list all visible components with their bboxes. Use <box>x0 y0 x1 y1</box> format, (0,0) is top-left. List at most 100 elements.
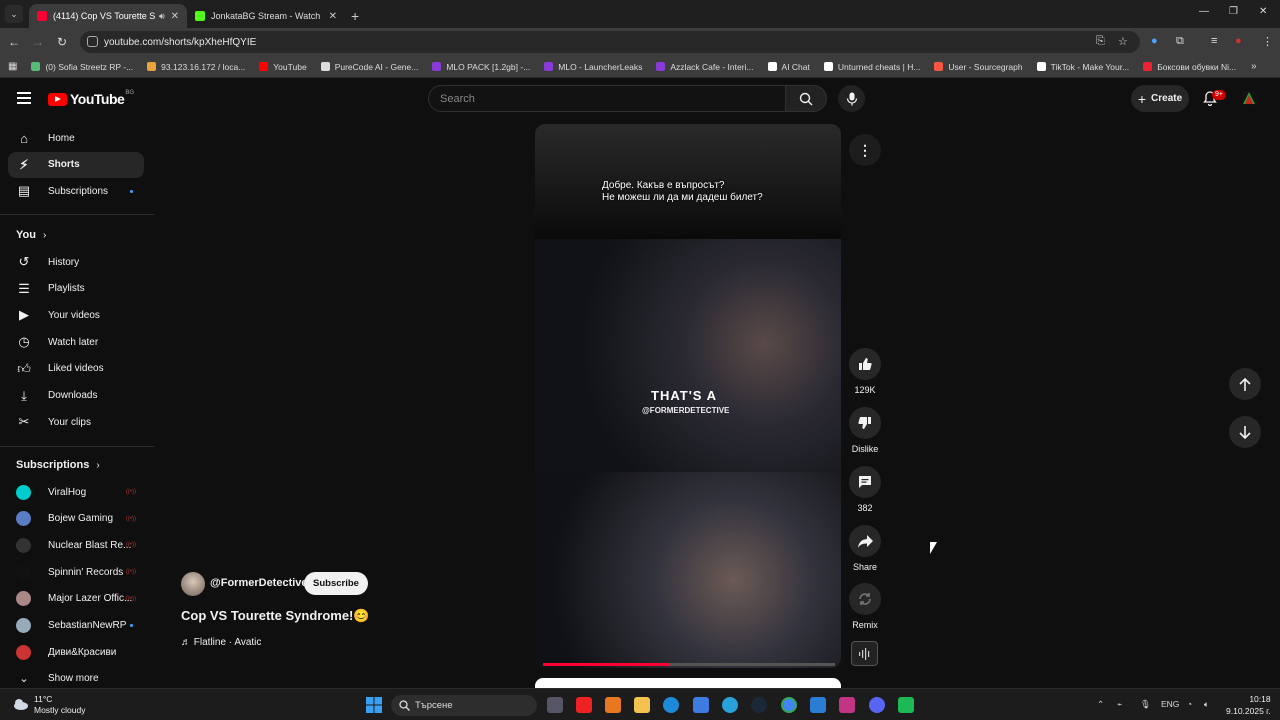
subscription-channel-item[interactable]: Major Lazer Offic... ((•)) <box>8 586 144 612</box>
subscription-channel-item[interactable]: Bojew Gaming ((•)) <box>8 506 144 532</box>
sidebar-item-downloads[interactable]: ⤓ Downloads <box>8 383 144 409</box>
close-tab-icon[interactable]: ✕ <box>171 11 179 22</box>
bookmark-item[interactable]: (0) Sofia Streetz RP -... <box>31 62 133 72</box>
microsoft-store-icon[interactable] <box>693 697 709 713</box>
forward-icon[interactable]: → <box>26 35 50 49</box>
share-button[interactable] <box>849 525 881 557</box>
sidebar-item-shorts[interactable]: ⚡︎ Shorts <box>8 151 144 178</box>
previous-short-button[interactable] <box>1229 368 1261 400</box>
profile-avatar-icon[interactable]: ● <box>1235 35 1242 47</box>
network-icon[interactable]: ⌁ <box>1117 699 1122 710</box>
subscription-channel-item[interactable]: SebastianNewRP <box>8 613 144 639</box>
speaker-icon[interactable]: 🔊︎ <box>159 11 165 22</box>
sidebar-item-watch-later[interactable]: ◷ Watch later <box>8 329 144 355</box>
task-view-icon[interactable] <box>547 697 563 713</box>
edge-browser-icon[interactable] <box>663 697 679 713</box>
taskbar-clock[interactable]: 10:18 9.10.2025 г. <box>1226 693 1271 717</box>
bookmark-item[interactable]: MLO PACK [1.2gb] -... <box>432 62 530 72</box>
menu-icon[interactable] <box>17 92 31 104</box>
you-heading[interactable]: You › <box>16 229 46 241</box>
tab-kick-stream[interactable]: JonkataBG Stream - Watch Live ✕ <box>187 4 345 28</box>
search-input[interactable]: Search <box>428 85 786 112</box>
file-explorer-icon[interactable] <box>634 697 650 713</box>
account-avatar[interactable] <box>1240 89 1258 107</box>
close-window-icon[interactable]: ✕ <box>1259 6 1267 17</box>
weather-text[interactable]: 11°C Mostly cloudy <box>34 694 86 716</box>
reload-icon[interactable]: ↻ <box>50 35 74 49</box>
site-info-icon[interactable] <box>87 36 98 47</box>
channel-avatar[interactable] <box>181 572 205 596</box>
bookmark-item[interactable]: TikTok - Make Your... <box>1036 62 1129 72</box>
comments-button[interactable] <box>849 466 881 498</box>
volume-icon[interactable]: 🔈︎ <box>1204 699 1209 710</box>
back-icon[interactable]: ← <box>2 35 26 49</box>
bookmark-item[interactable]: PureCode AI - Gene... <box>320 62 418 72</box>
microphone-tray-icon[interactable]: 🎙︎ <box>1140 699 1151 710</box>
new-tab-icon[interactable]: + <box>351 8 359 24</box>
extension-icon[interactable]: ● <box>1151 35 1158 47</box>
video-progress-bar[interactable] <box>543 663 835 666</box>
bookmark-item[interactable]: 93.123.16.172 / loca... <box>147 62 245 72</box>
dislike-button[interactable] <box>849 407 881 439</box>
tab-search-button[interactable]: ⌄ <box>5 5 23 23</box>
more-options-icon[interactable]: ⋮ <box>849 134 881 166</box>
apps-grid-icon[interactable]: ▦ <box>8 61 17 72</box>
sidebar-item-history[interactable]: ↺ History <box>8 249 144 275</box>
create-button[interactable]: + Create <box>1131 85 1189 112</box>
app-icon[interactable] <box>898 697 914 713</box>
bookmark-item[interactable]: YouTube <box>259 62 307 72</box>
sidebar-item-playlists[interactable]: ☰ Playlists <box>8 276 144 302</box>
bookmark-item[interactable]: AI Chat <box>767 62 810 72</box>
music-track-link[interactable]: ♬ Flatline · Avatic <box>181 637 261 648</box>
discord-icon[interactable] <box>869 697 885 713</box>
install-app-icon[interactable]: ⎘ <box>1096 35 1105 48</box>
bookmark-item[interactable]: Unturned cheats | H... <box>823 62 920 72</box>
bookmark-item[interactable]: User - Sourcegraph <box>934 62 1023 72</box>
like-button[interactable] <box>849 348 881 380</box>
sound-audio-button[interactable] <box>851 641 878 666</box>
bookmark-item[interactable]: MLO - LauncherLeaks <box>544 62 642 72</box>
sidebar-item-your-clips[interactable]: ✂ Your clips <box>8 409 144 435</box>
address-bar[interactable]: youtube.com/shorts/kpXheHfQYIE <box>80 31 1140 53</box>
video-title[interactable]: Cop VS Tourette Syndrome!😊 <box>181 608 370 624</box>
instagram-icon[interactable] <box>839 697 855 713</box>
subscription-channel-item[interactable]: Spinnin' Records ((•)) <box>8 559 144 585</box>
voice-search-button[interactable] <box>838 85 865 112</box>
remix-button[interactable] <box>849 583 881 615</box>
subscribe-button[interactable]: Subscribe <box>304 572 368 595</box>
youtube-logo[interactable]: YouTube BG <box>48 90 134 107</box>
subscription-channel-item[interactable]: Диви&Красиви <box>8 639 144 665</box>
close-tab-icon[interactable]: ✕ <box>329 11 337 22</box>
taskbar-search-input[interactable]: Търсене <box>391 695 537 716</box>
tab-youtube[interactable]: (4114) Cop VS Tourette Syn 🔊︎ ✕ <box>29 4 187 28</box>
vscode-icon[interactable] <box>810 697 826 713</box>
browser-menu-icon[interactable]: ⋮ <box>1262 35 1273 48</box>
subscription-channel-item[interactable]: Nuclear Blast Re... ((•)) <box>8 532 144 558</box>
sidebar-item-liked-videos[interactable]: 👍︎ Liked videos <box>8 356 144 382</box>
sidebar-item-subscriptions[interactable]: ▤ Subscriptions <box>8 178 144 204</box>
bookmark-star-icon[interactable]: ☆ <box>1118 35 1128 48</box>
search-button[interactable] <box>785 85 827 112</box>
telegram-icon[interactable] <box>722 697 738 713</box>
steam-icon[interactable] <box>751 697 767 713</box>
sidebar-item-your-videos[interactable]: ▶ Your videos <box>8 302 144 328</box>
media-controls-icon[interactable]: ≡ <box>1211 35 1217 47</box>
windows-start-icon[interactable] <box>366 697 382 713</box>
chrome-icon[interactable] <box>781 697 797 713</box>
youtube-app-icon[interactable] <box>576 697 592 713</box>
bookmark-item[interactable]: Azzlack Cafe - Interi... <box>656 62 754 72</box>
shorts-video-player[interactable]: Добре. Какъв е въпросът? Не можеш ли да … <box>535 124 841 668</box>
more-bookmarks-icon[interactable]: » <box>1251 61 1257 72</box>
bookmark-item[interactable]: Боксови обувки Ni... <box>1143 62 1236 72</box>
language-indicator[interactable]: ENG <box>1161 699 1179 709</box>
channel-name[interactable]: @FormerDetective <box>210 577 308 589</box>
restore-icon[interactable]: ❐ <box>1229 6 1238 17</box>
subscription-channel-item[interactable]: ViralHog ((•)) <box>8 479 144 505</box>
subscriptions-heading[interactable]: Subscriptions › <box>16 459 100 471</box>
minimize-icon[interactable]: — <box>1199 6 1209 17</box>
weather-widget[interactable] <box>12 694 30 712</box>
tray-overflow-icon[interactable]: ⌃ <box>1097 699 1104 710</box>
next-short-button[interactable] <box>1229 416 1261 448</box>
app-icon[interactable] <box>605 697 621 713</box>
extensions-puzzle-icon[interactable]: ⧉ <box>1176 35 1184 48</box>
